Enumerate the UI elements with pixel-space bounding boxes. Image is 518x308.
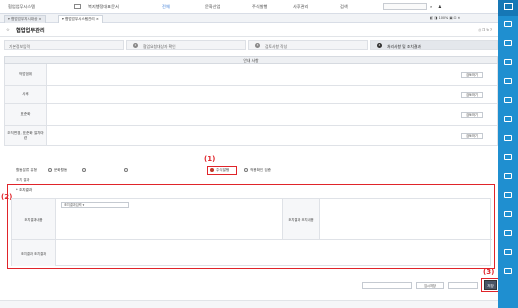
grid-divider bbox=[12, 239, 492, 240]
menu-item-all[interactable]: 전체 bbox=[162, 4, 170, 10]
toolbar-icons[interactable]: ⎙ ❒ ↻ ? bbox=[478, 28, 492, 32]
row-label: 작업범위 bbox=[5, 64, 47, 85]
quick-item-1[interactable] bbox=[498, 18, 518, 36]
quick-item-13[interactable] bbox=[498, 246, 518, 264]
step-2[interactable]: 2 협업요청대상자 확인 bbox=[126, 40, 246, 50]
document-icon bbox=[504, 21, 512, 27]
menu-item-followup[interactable]: 사후관리 bbox=[293, 4, 308, 10]
chat-icon bbox=[504, 154, 512, 160]
phone-icon bbox=[504, 135, 512, 141]
review-button[interactable]: 검토하기 bbox=[461, 112, 483, 118]
top-menu-bar: 협업업무시스템 복지행정대표문서 전체 문화산업 주식발행 사후관리 검색 ⌕ … bbox=[0, 0, 498, 14]
search-icon bbox=[504, 173, 512, 179]
star-icon[interactable]: ☆ bbox=[6, 27, 10, 32]
callout-3: (3) bbox=[483, 268, 495, 276]
approval-icon bbox=[504, 40, 512, 46]
disabled-button[interactable] bbox=[448, 282, 478, 289]
info-row-after: 사후 검토하기 bbox=[4, 86, 498, 104]
radio-icon bbox=[124, 168, 128, 172]
menu-item-cooperation[interactable]: 협업업무시스템 bbox=[8, 4, 35, 10]
menu-item-stock[interactable]: 주식발행 bbox=[252, 4, 267, 10]
tab-cooperation-management[interactable]: ▾ 협업업무시스템관리 × bbox=[58, 15, 103, 23]
tab-controls[interactable]: ◧ ◨ 100% ▣ ⊡ ✕ bbox=[430, 16, 460, 20]
bottom-action-bar: 임시저장 bbox=[360, 282, 498, 290]
temp-save-button[interactable]: 임시저장 bbox=[416, 282, 444, 289]
quick-item-4[interactable] bbox=[498, 75, 518, 93]
radio-icon bbox=[82, 168, 86, 172]
menu-toggle-icon[interactable] bbox=[498, 0, 518, 16]
quick-item-2[interactable] bbox=[498, 37, 518, 55]
tab-bar: ▾ 협업업무지시대상 × ▾ 협업업무시스템관리 × ◧ ◨ 100% ▣ ⊡ … bbox=[0, 14, 498, 23]
radio-option-2[interactable] bbox=[82, 168, 88, 172]
radio-option-3[interactable] bbox=[124, 168, 130, 172]
step-4[interactable]: 4 처리사항 및 조치결과 bbox=[370, 40, 498, 50]
radio-group-label: 활동분류 유형 bbox=[16, 168, 37, 172]
save-button[interactable]: 저장 bbox=[484, 280, 497, 290]
quick-item-12[interactable] bbox=[498, 227, 518, 245]
info-row-standard: 표준화 검토하기 bbox=[4, 104, 498, 126]
guide-section-header: 안내 사항 bbox=[4, 56, 498, 64]
field-label-content: 조치결과내용 bbox=[12, 199, 56, 239]
radio-option-1[interactable]: 문화활동 bbox=[48, 168, 67, 173]
result-select[interactable]: 조치결과입력 ▾ bbox=[61, 202, 129, 208]
notice-icon bbox=[504, 116, 512, 122]
page-header: ☆ 협업업무관리 ⎙ ❒ ↻ ? bbox=[0, 23, 498, 37]
menu-item-culture[interactable]: 문화산업 bbox=[205, 4, 220, 10]
settings-icon bbox=[504, 268, 512, 274]
board-icon bbox=[504, 78, 512, 84]
sub-row-label: 조치 결과 bbox=[16, 178, 30, 182]
result-sub-row: 조치 결과 bbox=[4, 175, 498, 183]
row-label: 사후 bbox=[5, 86, 47, 103]
radio-icon bbox=[244, 168, 248, 172]
menu-item-search[interactable]: 검색 bbox=[340, 4, 348, 10]
horizontal-scrollbar[interactable] bbox=[0, 300, 498, 308]
step-3[interactable]: 3 검토사항 작성 bbox=[248, 40, 368, 50]
prev-step-button[interactable] bbox=[362, 282, 412, 289]
callout-1: (1) bbox=[204, 155, 216, 163]
search-input[interactable] bbox=[383, 3, 427, 10]
folder-icon bbox=[504, 192, 512, 198]
right-quick-menu bbox=[498, 0, 518, 308]
field-label-action: 조치결과 조치내용 bbox=[282, 199, 320, 239]
highlight-box-1 bbox=[207, 166, 237, 175]
mail-icon bbox=[504, 59, 512, 65]
step-indicator: 기본정보입력 2 협업요청대상자 확인 3 검토사항 작성 4 처리사항 및 조… bbox=[4, 40, 498, 50]
user-icon[interactable]: ♟ bbox=[438, 4, 442, 9]
result-form-grid: 조치결과내용 조치결과입력 ▾ 조치결과 조치내용 조치결과 조치결과 bbox=[11, 198, 492, 266]
quick-item-10[interactable] bbox=[498, 189, 518, 207]
quick-item-14[interactable] bbox=[498, 265, 518, 283]
quick-item-9[interactable] bbox=[498, 170, 518, 188]
menu-icon[interactable] bbox=[74, 4, 81, 9]
quick-item-5[interactable] bbox=[498, 94, 518, 112]
activity-type-radio-group: 활동분류 유형 문화활동 주식발행 적용확인 검증 bbox=[4, 166, 498, 175]
step-1[interactable]: 기본정보입력 bbox=[4, 40, 124, 50]
chart-icon bbox=[504, 211, 512, 217]
info-row-scope: 작업범위 검토하기 bbox=[4, 64, 498, 86]
radio-option-verify[interactable]: 적용확인 검증 bbox=[244, 168, 271, 173]
info-row-org-change: 조직변경, 표준화 절차마련 검토하기 bbox=[4, 126, 498, 146]
row-label: 조직변경, 표준화 절차마련 bbox=[5, 126, 47, 145]
field-label-result: 조치결과 조치결과 bbox=[12, 240, 56, 266]
required-label: * 조치결과 bbox=[16, 188, 33, 192]
review-button[interactable]: 검토하기 bbox=[461, 92, 483, 98]
quick-item-8[interactable] bbox=[498, 151, 518, 169]
row-label: 표준화 bbox=[5, 104, 47, 125]
menu-item-welfare[interactable]: 복지행정대표문서 bbox=[88, 4, 119, 10]
radio-icon bbox=[48, 168, 52, 172]
quick-item-3[interactable] bbox=[498, 56, 518, 74]
page-title: 협업업무관리 bbox=[16, 28, 45, 34]
home-icon bbox=[504, 230, 512, 236]
tab-cooperation-target[interactable]: ▾ 협업업무지시대상 × bbox=[4, 15, 46, 23]
review-button[interactable]: 검토하기 bbox=[461, 133, 483, 139]
quick-item-7[interactable] bbox=[498, 132, 518, 150]
review-button[interactable]: 검토하기 bbox=[461, 72, 483, 78]
schedule-icon bbox=[504, 97, 512, 103]
quick-item-11[interactable] bbox=[498, 208, 518, 226]
quick-item-6[interactable] bbox=[498, 113, 518, 131]
search-icon[interactable]: ⌕ bbox=[430, 4, 432, 9]
calendar-icon bbox=[504, 249, 512, 255]
